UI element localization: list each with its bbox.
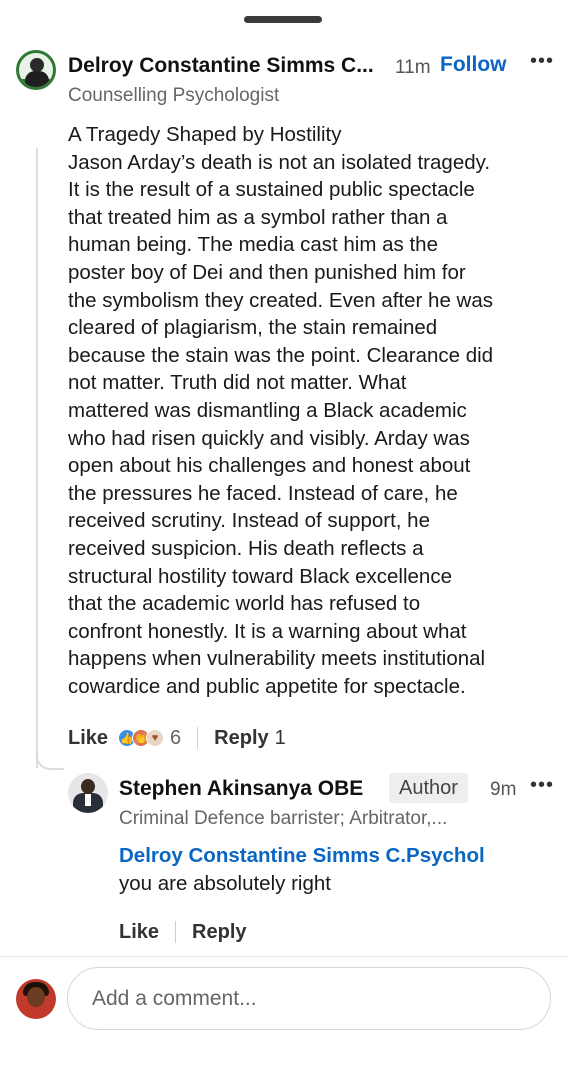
comment-line: cleared of plagiarism, the stain remaine… xyxy=(68,316,438,340)
reply-author-name[interactable]: Stephen Akinsanya OBE xyxy=(119,777,363,801)
comment-line: A Tragedy Shaped by Hostility xyxy=(68,123,342,146)
comment-author-name[interactable]: Delroy Constantine Simms C... xyxy=(68,54,374,78)
reaction-count[interactable]: 6 xyxy=(170,727,181,750)
comment-line: not matter. Truth did not matter. What xyxy=(68,371,407,395)
avatar xyxy=(16,979,56,1019)
avatar[interactable] xyxy=(68,773,108,813)
divider xyxy=(0,956,567,957)
comment-body: A Tragedy Shaped by Hostility Jason Arda… xyxy=(68,121,554,700)
comment-line: that the academic world has refused to xyxy=(68,592,421,616)
author-badge: Author xyxy=(389,773,468,803)
like-button[interactable]: Like xyxy=(119,921,159,944)
love-reaction-icon: ♥ xyxy=(146,729,165,747)
reactions-summary[interactable]: 👍 👏 ♥ xyxy=(118,729,165,747)
reply-author-headline: Criminal Defence barrister; Arbitrator,.… xyxy=(119,808,448,829)
author-headline: Counselling Psychologist xyxy=(68,85,280,106)
comment-line: open about his challenges and honest abo… xyxy=(68,454,471,478)
reply-count[interactable]: 1 xyxy=(275,727,286,750)
comment-line: mattered was dismantling a Black academi… xyxy=(68,398,467,422)
thread-line xyxy=(36,148,38,768)
more-options-icon[interactable]: ••• xyxy=(530,774,554,797)
reply-button[interactable]: Reply xyxy=(214,727,268,750)
comment-line: human being. The media cast him as the xyxy=(68,233,438,257)
divider xyxy=(175,921,177,943)
comment-composer[interactable] xyxy=(67,967,551,1030)
comment-input[interactable] xyxy=(68,968,550,1029)
more-options-icon[interactable]: ••• xyxy=(530,50,554,73)
reply-button[interactable]: Reply xyxy=(192,921,246,944)
comment-actions: Like 👍 👏 ♥ 6 Reply 1 xyxy=(68,724,286,752)
comment-line: that treated him as a symbol rather than… xyxy=(68,205,448,229)
mention-link[interactable]: Delroy Constantine Simms C.Psychol xyxy=(119,844,485,868)
comment-line: received scrutiny. Instead of support, h… xyxy=(68,509,430,533)
comments-sheet: Delroy Constantine Simms C... 11m Follow… xyxy=(0,0,567,1080)
comment-line: structural hostility toward Black excell… xyxy=(68,564,452,588)
thread-connector xyxy=(36,742,64,770)
divider xyxy=(197,727,199,749)
reply-timestamp: 9m xyxy=(490,779,517,800)
comment-line: It is the result of a sustained public s… xyxy=(68,178,475,202)
comment-line: poster boy of Dei and then punished him … xyxy=(68,260,466,284)
comment-line: the symbolism they created. Even after h… xyxy=(68,288,494,312)
reply-body: you are absolutely right xyxy=(119,872,331,895)
drag-handle[interactable] xyxy=(244,16,322,23)
comment-line: because the stain was the point. Clearan… xyxy=(68,343,494,367)
comment-line: received suspicion. His death reflects a xyxy=(68,536,424,560)
comment-line: cowardice and public appetite for specta… xyxy=(68,674,466,698)
avatar[interactable] xyxy=(16,50,56,90)
comment-line: Jason Arday’s death is not an isolated t… xyxy=(68,150,491,174)
follow-button[interactable]: Follow xyxy=(440,53,507,77)
like-button[interactable]: Like xyxy=(68,727,108,750)
comment-line: who had risen quickly and visibly. Arday… xyxy=(68,426,470,450)
comment-timestamp: 11m xyxy=(395,57,431,78)
reply-actions: Like Reply xyxy=(119,918,247,946)
comment-line: confront honestly. It is a warning about… xyxy=(68,619,467,643)
comment-line: happens when vulnerability meets institu… xyxy=(68,647,486,671)
comment-line: the pressures he faced. Instead of care,… xyxy=(68,481,458,505)
